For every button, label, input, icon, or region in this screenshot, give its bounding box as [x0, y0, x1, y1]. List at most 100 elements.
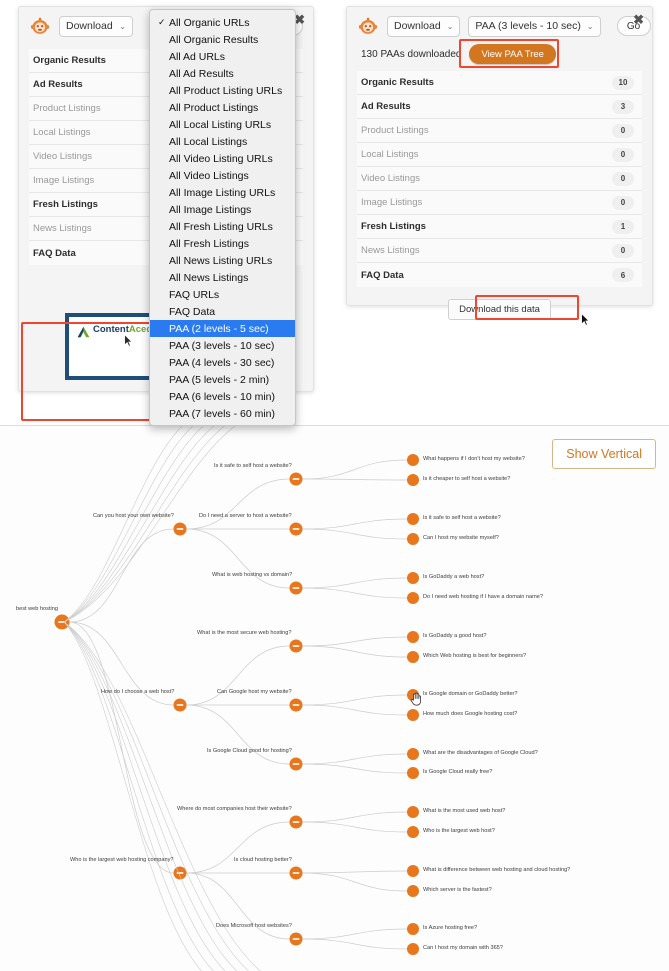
result-row-count: 6: [612, 268, 634, 282]
collapse-minus-icon: [292, 478, 300, 480]
tree-link: [186, 821, 290, 874]
download-options-dropdown[interactable]: ✓ All Organic URLs All Organic Results All …: [149, 9, 296, 426]
dropdown-item[interactable]: All News Listings: [150, 269, 295, 286]
tree-node[interactable]: [407, 943, 419, 955]
tree-link: [302, 938, 408, 950]
tree-node[interactable]: [407, 748, 419, 760]
dropdown-item[interactable]: PAA (3 levels - 10 sec): [150, 337, 295, 354]
dropdown-item[interactable]: PAA (4 levels - 30 sec): [150, 354, 295, 371]
tree-node[interactable]: [289, 472, 303, 486]
tree-node[interactable]: [407, 592, 419, 604]
dropdown-item[interactable]: FAQ Data: [150, 303, 295, 320]
dropdown-item[interactable]: All Organic Results: [150, 31, 295, 48]
paa-level-select[interactable]: PAA (3 levels - 10 sec) ⌄: [468, 15, 601, 37]
dropdown-item[interactable]: All Product Listings: [150, 99, 295, 116]
tree-link: [69, 621, 174, 874]
tree-node[interactable]: [407, 454, 419, 466]
tree-node[interactable]: [407, 709, 419, 721]
dropdown-item[interactable]: All Video Listing URLs: [150, 150, 295, 167]
dropdown-item-label: All Image Listings: [169, 203, 252, 216]
download-this-data-button[interactable]: Download this data: [448, 299, 551, 320]
tree-link: [302, 587, 408, 599]
dropdown-item[interactable]: All Local Listing URLs: [150, 116, 295, 133]
dropdown-item[interactable]: All Ad URLs: [150, 48, 295, 65]
tree-node-circle: [407, 885, 419, 897]
dropdown-item-label: PAA (4 levels - 30 sec): [169, 356, 275, 369]
tree-link: [302, 478, 408, 481]
dropdown-item[interactable]: PAA (5 levels - 2 min): [150, 371, 295, 388]
tree-node[interactable]: [407, 885, 419, 897]
result-row-label: Product Listings: [361, 125, 429, 136]
dropdown-item[interactable]: All Image Listing URLs: [150, 184, 295, 201]
tree-node-label: What is the most used web host?: [423, 808, 506, 815]
tree-node[interactable]: [407, 923, 419, 935]
tree-link-overflow: [63, 621, 215, 971]
dropdown-item[interactable]: All Product Listing URLs: [150, 82, 295, 99]
tree-node-circle: [407, 865, 419, 877]
result-row-label: Ad Results: [361, 101, 411, 112]
dropdown-item[interactable]: All Ad Results: [150, 65, 295, 82]
dropdown-item[interactable]: All Video Listings: [150, 167, 295, 184]
dropdown-item[interactable]: FAQ URLs: [150, 286, 295, 303]
show-vertical-button[interactable]: Show Vertical: [552, 439, 656, 469]
dropdown-item[interactable]: All Fresh Listing URLs: [150, 218, 295, 235]
result-row[interactable]: Image Listings 0: [357, 191, 642, 215]
tree-node[interactable]: [289, 866, 303, 880]
result-row[interactable]: Product Listings 0: [357, 119, 642, 143]
dropdown-item[interactable]: All Local Listings: [150, 133, 295, 150]
result-row-count: 10: [612, 75, 634, 90]
tree-node[interactable]: [289, 581, 303, 595]
tree-node[interactable]: [289, 698, 303, 712]
download-select[interactable]: Download ⌄: [59, 15, 133, 37]
tree-node[interactable]: [407, 631, 419, 643]
tree-node[interactable]: [289, 757, 303, 771]
tree-node[interactable]: [407, 533, 419, 545]
result-row[interactable]: Ad Results 3: [357, 95, 642, 119]
dropdown-item[interactable]: PAA (2 levels - 5 sec): [150, 320, 295, 337]
tree-node-label: Is it safe to self host a website?: [423, 515, 501, 522]
download-select[interactable]: Download ⌄: [387, 15, 461, 37]
dropdown-item-label: PAA (6 levels - 10 min): [169, 390, 276, 403]
dropdown-item[interactable]: PAA (6 levels - 10 min): [150, 388, 295, 405]
tree-node-label: Which server is the fastest?: [423, 887, 492, 894]
dropdown-item[interactable]: All Image Listings: [150, 201, 295, 218]
tree-node[interactable]: [289, 815, 303, 829]
tree-node-circle: [407, 923, 419, 935]
result-row[interactable]: News Listings 0: [357, 239, 642, 263]
paa-tree-visualization[interactable]: best web hosting Can you host your own we…: [0, 425, 669, 971]
tree-node[interactable]: [407, 865, 419, 877]
tree-node[interactable]: [289, 639, 303, 653]
dropdown-item[interactable]: All News Listing URLs: [150, 252, 295, 269]
tree-link-overflow: [63, 426, 215, 623]
result-row[interactable]: Video Listings 0: [357, 167, 642, 191]
tree-link: [186, 645, 290, 706]
tree-link: [186, 478, 290, 530]
tree-node[interactable]: [407, 572, 419, 584]
view-paa-tree-button[interactable]: View PAA Tree: [469, 44, 556, 64]
result-row[interactable]: Organic Results 10: [357, 71, 642, 95]
tree-node[interactable]: [407, 651, 419, 663]
dropdown-item-label: All Image Listing URLs: [169, 186, 276, 199]
result-row[interactable]: Local Listings 0: [357, 143, 642, 167]
result-row[interactable]: Fresh Listings 1: [357, 215, 642, 239]
tree-node[interactable]: [407, 806, 419, 818]
tree-node[interactable]: [289, 932, 303, 946]
dropdown-item[interactable]: ✓ All Organic URLs: [150, 14, 295, 31]
dropdown-item[interactable]: PAA (7 levels - 60 min): [150, 405, 295, 422]
result-row-label: News Listings: [361, 245, 420, 256]
dropdown-item-label: All Local Listing URLs: [169, 118, 272, 131]
tree-node[interactable]: [407, 767, 419, 779]
dropdown-item[interactable]: All Fresh Listings: [150, 235, 295, 252]
close-icon[interactable]: ✖: [633, 13, 644, 26]
tree-node[interactable]: [407, 826, 419, 838]
tree-node[interactable]: [173, 522, 187, 536]
tree-node-label: Who is the largest web hosting company?: [70, 857, 174, 864]
tree-node[interactable]: [407, 513, 419, 525]
tree-node[interactable]: [173, 866, 187, 880]
result-row[interactable]: FAQ Data 6: [357, 263, 642, 287]
tree-node[interactable]: [173, 698, 187, 712]
tree-node[interactable]: [54, 614, 70, 630]
tree-node[interactable]: [289, 522, 303, 536]
tree-node[interactable]: [407, 474, 419, 486]
tree-node-label: Can I host my website myself?: [423, 535, 499, 542]
